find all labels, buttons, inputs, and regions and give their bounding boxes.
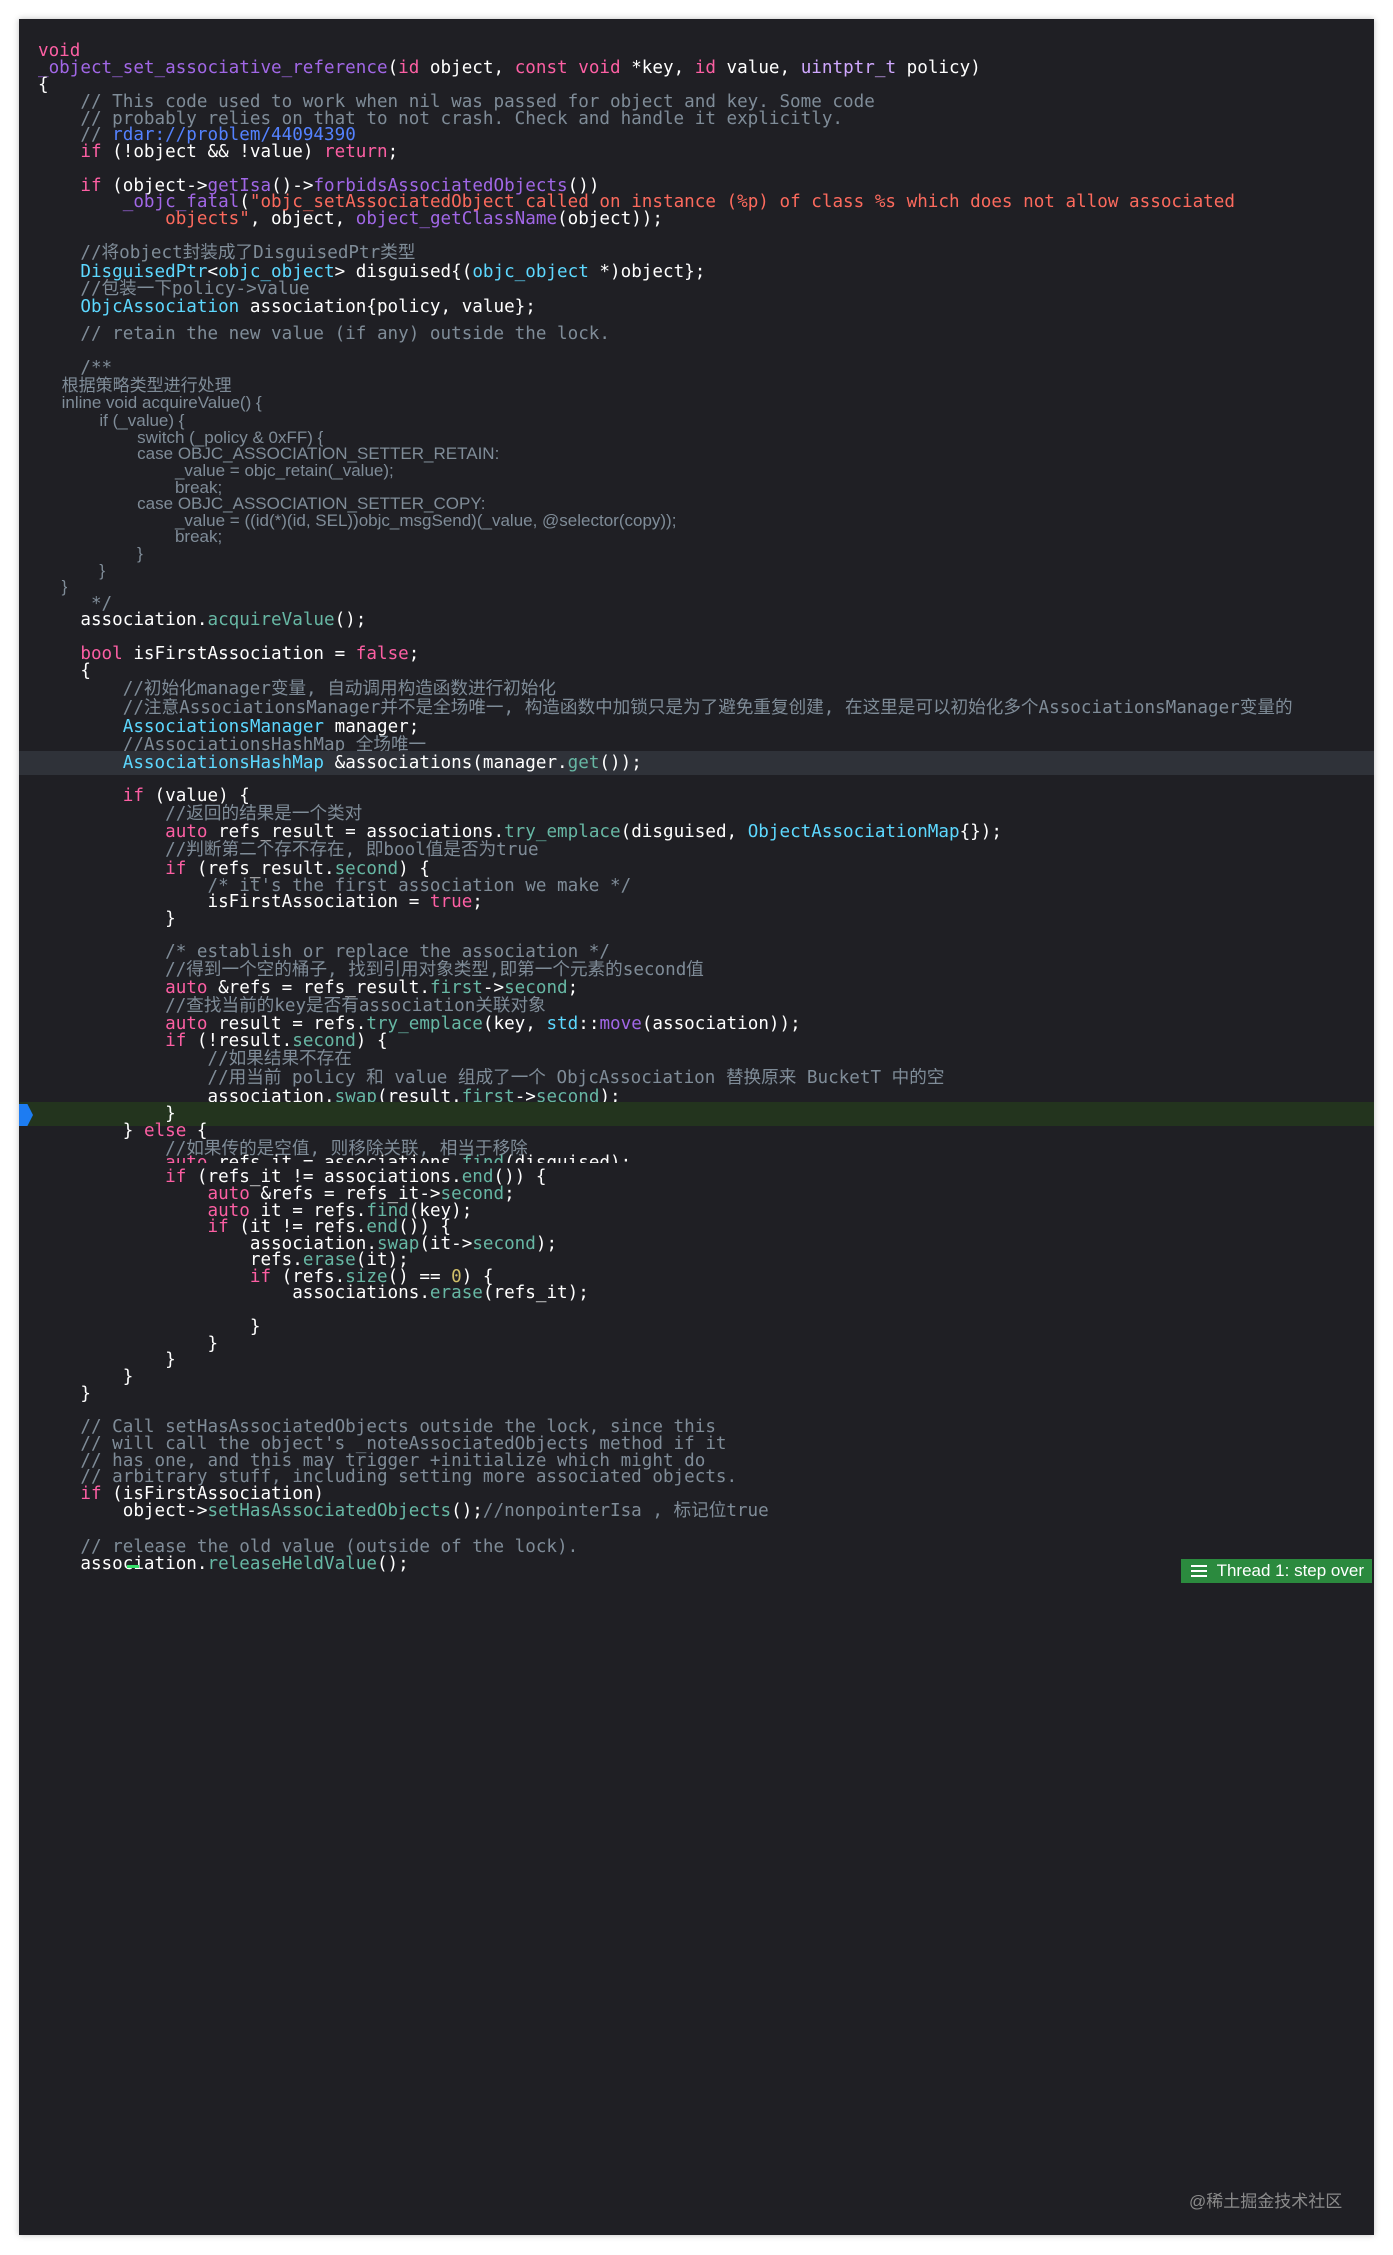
thread-status-badge[interactable]: Thread 1: step over [1180,1559,1372,1583]
lines-icon [1190,1565,1207,1577]
thread-status-label: Thread 1: step over [1216,1561,1364,1580]
watermark: @稀土掘金技术社区 [1189,2192,1343,2211]
code-token: auto [165,1153,208,1163]
execution-caret [127,1565,139,1568]
code-token: refs_it = associations. [207,1153,462,1163]
code-token: find [461,1153,505,1163]
code-token: (); [376,1554,409,1574]
code-line-text: auto refs_it = associations.find(disguis… [38,1151,631,1163]
code-editor[interactable]: void _object_set_associative_reference(id… [19,19,1374,2235]
code-token: (disguised); [504,1153,632,1163]
code-line-text: association.releaseHeldValue(); [38,1552,409,1576]
code-token: association. [38,1554,208,1574]
code-line[interactable]: auto refs_it = associations.find(disguis… [19,1151,1374,1163]
code-token: releaseHeldValue [207,1554,377,1574]
code-line[interactable]: association.releaseHeldValue(); [19,1552,1374,1576]
